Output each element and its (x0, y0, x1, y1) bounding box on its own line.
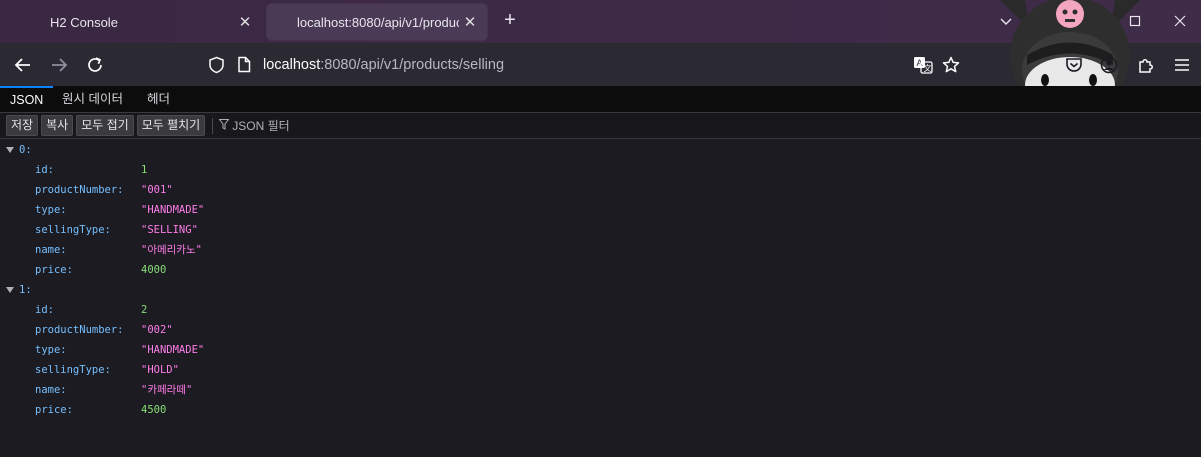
star-icon[interactable] (937, 51, 965, 79)
caret-down-icon[interactable] (6, 147, 14, 153)
json-value: 1 (141, 164, 148, 176)
json-key: price: (35, 264, 73, 276)
new-tab-icon[interactable]: + (498, 9, 522, 32)
reload-icon[interactable] (81, 51, 109, 79)
array-index: 1: (19, 284, 32, 296)
collapse-all-button[interactable]: 모두 접기 (76, 115, 134, 136)
close-window-icon[interactable] (1169, 10, 1191, 32)
json-key: id: (35, 164, 54, 176)
tab-close-icon[interactable]: ✕ (459, 13, 481, 31)
toolbar-divider (212, 117, 214, 134)
arrow-right-icon[interactable] (45, 51, 73, 79)
json-value: "HANDMADE" (141, 344, 205, 356)
json-filter-placeholder: JSON 필터 (232, 119, 290, 133)
tab-raw-data[interactable]: 원시 데이터 (52, 86, 133, 113)
url-host: localhost (263, 57, 321, 73)
expand-all-button[interactable]: 모두 펼치기 (136, 115, 206, 136)
save-button[interactable]: 저장 (6, 115, 39, 136)
arrow-left-icon[interactable] (9, 51, 37, 79)
json-key: id: (35, 304, 54, 316)
translate-icon[interactable]: A文 (909, 51, 937, 79)
tab-products-selling[interactable]: localhost:8080/api/v1/products/selling ✕ (267, 4, 487, 40)
tab-json[interactable]: JSON (0, 86, 54, 113)
svg-text:文: 文 (924, 63, 932, 73)
caret-down-icon[interactable] (6, 287, 14, 293)
json-filter[interactable]: JSON 필터 (212, 117, 290, 134)
json-key: productNumber: (35, 324, 124, 336)
tab-title: localhost:8080/api/v1/products/selling (297, 14, 459, 30)
tab-headers[interactable]: 헤더 (137, 86, 180, 113)
url-bar[interactable]: localhost:8080/api/v1/products/selling (198, 48, 970, 82)
url-path: :8080/api/v1/products/selling (320, 57, 505, 73)
array-index: 0: (19, 144, 32, 156)
json-viewer-tabs: JSON 원시 데이터 헤더 (0, 86, 1201, 113)
json-key: sellingType: (35, 224, 111, 236)
json-key: productNumber: (35, 184, 124, 196)
json-key: type: (35, 344, 67, 356)
json-key: type: (35, 204, 67, 216)
url-text[interactable]: localhost:8080/api/v1/products/selling (263, 57, 504, 73)
json-value: "002" (141, 324, 173, 336)
json-value: "HOLD" (141, 364, 179, 376)
json-value: "아메리카노" (141, 244, 202, 256)
json-value: "HANDMADE" (141, 204, 205, 216)
json-key: name: (35, 384, 67, 396)
json-key: name: (35, 244, 67, 256)
funnel-icon (218, 118, 230, 133)
copy-button[interactable]: 복사 (41, 115, 74, 136)
pocket-icon[interactable] (1060, 51, 1088, 79)
json-value: 4000 (141, 264, 167, 276)
json-key: sellingType: (35, 364, 111, 376)
json-key: price: (35, 404, 73, 416)
json-value: "001" (141, 184, 173, 196)
tab-close-icon[interactable]: ✕ (234, 13, 256, 31)
json-tree: 0: id: 1 productNumber: "001" type: "HAN… (0, 140, 1201, 457)
json-value: "카페라떼" (141, 384, 193, 396)
shield-icon[interactable] (208, 56, 225, 79)
json-toolbar: 저장 복사 모두 접기 모두 펼치기 JSON 필터 (0, 113, 1201, 139)
tab-h2-console[interactable]: H2 Console ✕ (20, 4, 262, 40)
json-value: "SELLING" (141, 224, 198, 236)
json-value: 2 (141, 304, 148, 316)
json-value: 4500 (141, 404, 167, 416)
hamburger-icon[interactable] (1168, 51, 1196, 79)
tab-title: H2 Console (50, 14, 118, 30)
account-icon[interactable] (1095, 51, 1123, 79)
puzzle-icon[interactable] (1132, 51, 1160, 79)
page-icon[interactable] (237, 56, 251, 78)
